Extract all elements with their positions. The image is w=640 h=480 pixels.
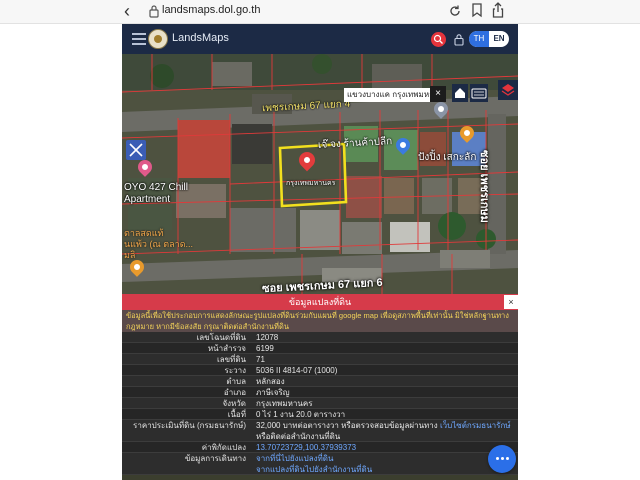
map-view[interactable]: เพชรเกษม 67 แยก 4 ซอย เพชรเกษม 67 แยก 6 … (122, 54, 518, 294)
row-key: ตำบล (226, 377, 246, 386)
lang-en-button[interactable]: EN (489, 31, 509, 47)
share-icon[interactable] (492, 2, 504, 18)
table-row: ค่าพิกัดแปลง 13.70723729,100.37939373 (122, 442, 518, 453)
lock-icon[interactable] (453, 33, 465, 46)
row-key: ค่าพิกัดแปลง (201, 443, 246, 452)
directions-to-office-link[interactable]: จากแปลงที่ดินไปยังสำนักงานที่ดิน (256, 464, 514, 475)
row-value: กรุงเทพมหานคร (256, 399, 313, 408)
layers-icon[interactable] (498, 80, 518, 100)
row-value: 0 ไร่ 1 งาน 20.0 ตารางวา (256, 410, 346, 419)
row-key: ราคาประเมินที่ดิน (กรมธนารักษ์) (133, 421, 246, 430)
table-row: เลขที่ดิน 71 (122, 354, 518, 365)
row-key: ข้อมูลการเดินทาง (184, 454, 246, 463)
browser-bar: ‹ landsmaps.dol.go.th (0, 0, 640, 24)
parcel-info-title: ข้อมูลแปลงที่ดิน (288, 297, 352, 307)
coordinates-link[interactable]: 13.70723729,100.37939373 (256, 442, 514, 453)
close-panel-button[interactable]: × (504, 295, 518, 309)
table-row: ตำบล หลักสอง (122, 376, 518, 387)
reload-icon[interactable] (448, 4, 462, 18)
row-value: ภาษีเจริญ (256, 388, 290, 397)
page-margin-right (518, 24, 640, 480)
dol-logo (148, 29, 168, 49)
row-key: เลขที่ดิน (216, 355, 246, 364)
row-key: ระวาง (224, 366, 246, 375)
place-label-oyo: OYO 427 Chill (124, 182, 188, 193)
home-icon[interactable] (452, 84, 468, 102)
table-row: ข้อมูลการเดินทาง จากที่นี่ไปยังแปลงที่ดิ… (122, 453, 518, 475)
road-label-right: ซอย เพชรเกษม (478, 150, 490, 223)
row-value: จากที่นี่ไปยังแปลงที่ดิน จากแปลงที่ดินไป… (256, 453, 514, 475)
place-label-oyo-2: Apartment (124, 194, 171, 205)
row-value: 12078 (256, 333, 279, 342)
close-address-button[interactable]: × (430, 86, 446, 102)
row-value: 6199 (256, 344, 274, 353)
table-row: ราคาประเมินที่ดิน (กรมธนารักษ์) 32,000 บ… (122, 420, 518, 442)
bookmark-icon[interactable] (471, 3, 483, 18)
directions-to-parcel-link[interactable]: จากที่นี่ไปยังแปลงที่ดิน (256, 453, 514, 464)
row-key: หน้าสำรวจ (207, 344, 246, 353)
more-dots-icon[interactable] (488, 445, 516, 473)
parcel-info-header: ข้อมูลแปลงที่ดิน × (122, 294, 518, 310)
row-key: อำเภอ (223, 388, 246, 397)
address-display: แขวงบางแค กรุงเทพมหาน... (344, 88, 430, 102)
page-margin-left (0, 24, 122, 480)
place-label-food: ปังปิ้ง เสกะลัก (418, 152, 477, 163)
row-value: 71 (256, 355, 265, 364)
table-row: จังหวัด กรุงเทพมหานคร (122, 398, 518, 409)
chevron-left-icon[interactable]: ‹ (124, 1, 130, 21)
table-row: อำเภอ ภาษีเจริญ (122, 387, 518, 398)
url-text[interactable]: landsmaps.dol.go.th (162, 4, 260, 16)
row-key: จังหวัด (222, 399, 246, 408)
row-value: 5036 II 4814-07 (1000) (256, 366, 338, 375)
search-icon[interactable] (431, 32, 446, 47)
app-title: LandsMaps (172, 32, 229, 44)
hamburger-menu-icon[interactable] (132, 33, 146, 45)
treasury-website-link[interactable]: เว็บไซต์กรมธนารักษ์ (440, 421, 511, 430)
measure-tool-icon[interactable] (126, 140, 146, 160)
row-value: หลักสอง (256, 377, 285, 386)
disclaimer-notice: ข้อมูลนี้เพื่อใช้ประกอบการแสดงลักษณะรูปแ… (122, 310, 518, 332)
coordinates-value[interactable]: 13.70723729,100.37939373 (256, 443, 356, 452)
appraisal-contact-text: หรือติดต่อสำนักงานที่ดิน (256, 432, 341, 441)
row-value: 32,000 บาทต่อตารางวา หรือตรวจสอบข้อมูลผ่… (256, 420, 514, 442)
table-row: หน้าสำรวจ 6199 (122, 343, 518, 354)
parcel-label: กรุงเทพมหานคร (286, 180, 336, 187)
table-row: เนื้อที่ 0 ไร่ 1 งาน 20.0 ตารางวา (122, 409, 518, 420)
app-header: LandsMaps TH EN (122, 24, 518, 54)
lock-icon (149, 5, 159, 18)
appraisal-price-text: 32,000 บาทต่อตารางวา หรือตรวจสอบข้อมูลผ่… (256, 421, 440, 430)
row-key: เลขโฉนดที่ดิน (196, 333, 246, 342)
table-row: เลขโฉนดที่ดิน 12078 (122, 332, 518, 343)
app-container: LandsMaps TH EN เพชรเกษม 67 แยก 4 ซอย เพ… (122, 24, 518, 480)
row-key: เนื้อที่ (227, 410, 246, 419)
language-toggle[interactable]: TH EN (469, 31, 509, 47)
disclaimer-text: ข้อมูลนี้เพื่อใช้ประกอบการแสดงลักษณะรูปแ… (126, 311, 509, 331)
keyboard-icon[interactable] (470, 84, 488, 102)
lang-th-button[interactable]: TH (469, 31, 489, 47)
table-row: ระวาง 5036 II 4814-07 (1000) (122, 365, 518, 376)
